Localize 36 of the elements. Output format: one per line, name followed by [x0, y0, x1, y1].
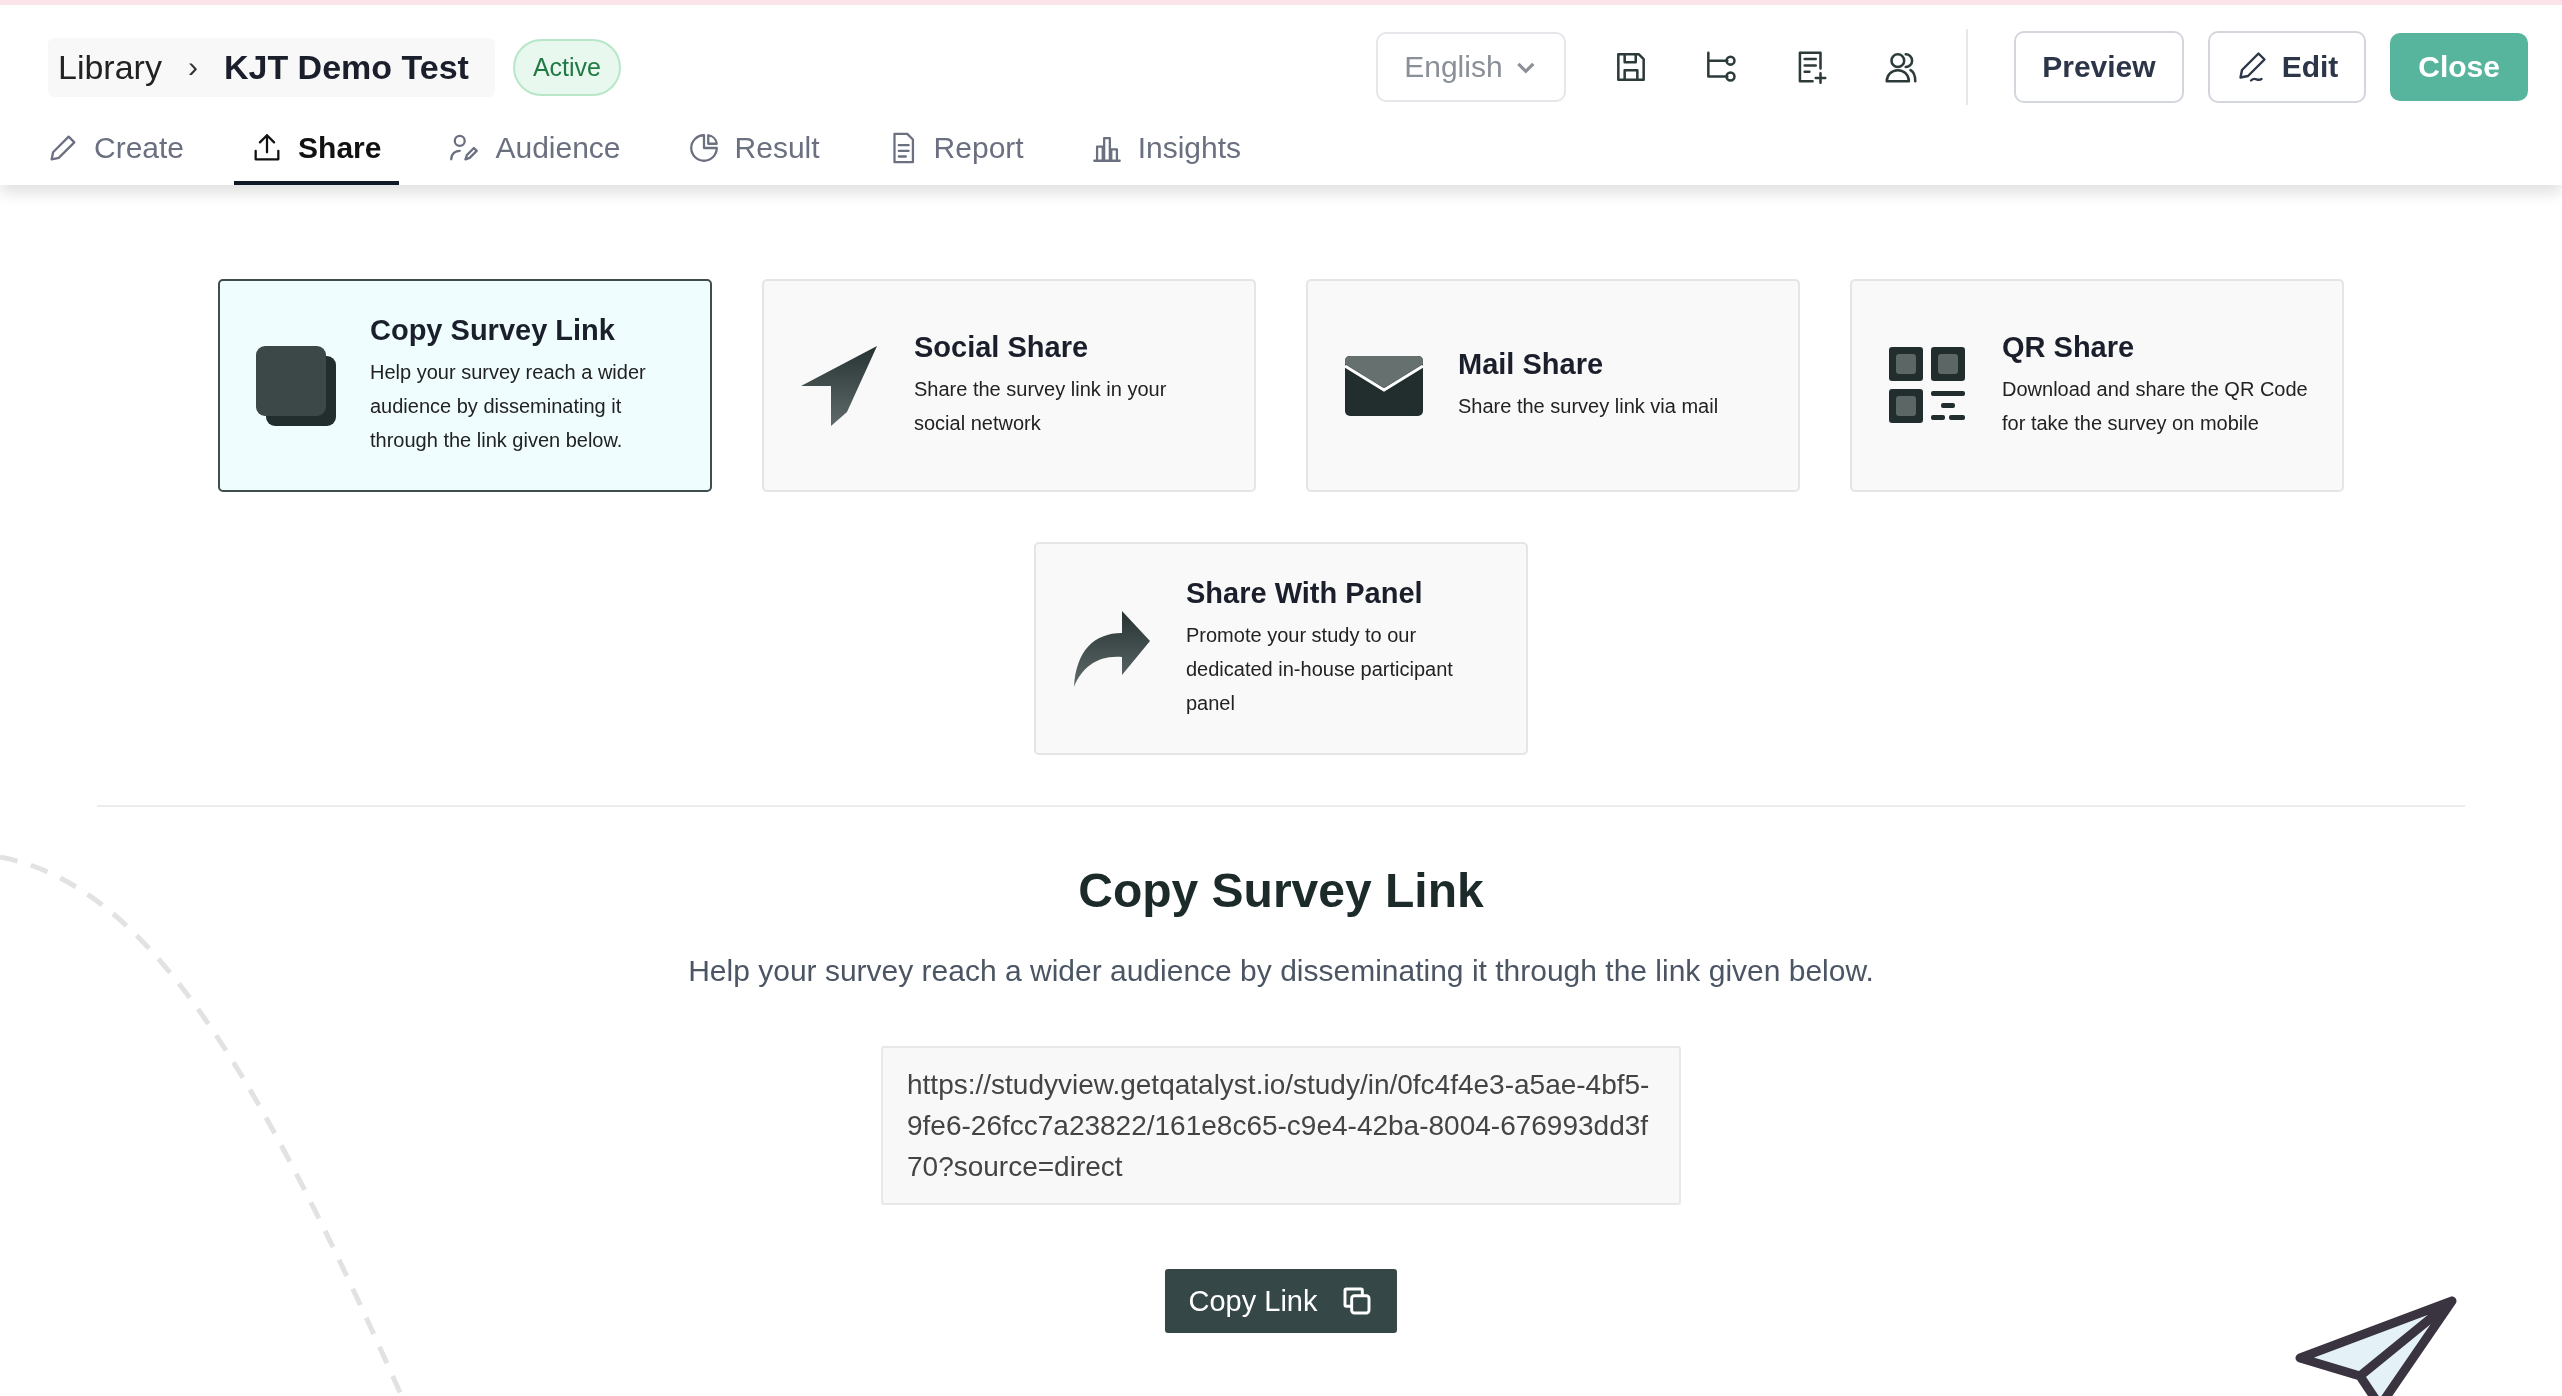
- card-description: Share the survey link in your social network: [914, 377, 1168, 436]
- card-description: Promote your study to our dedicated in-house participant panel: [1186, 623, 1454, 716]
- share-arrow-icon: [1074, 610, 1150, 687]
- tab[interactable]: Audience: [447, 117, 639, 185]
- edit-button[interactable]: Edit: [2207, 31, 2367, 103]
- tab[interactable]: Create: [46, 117, 203, 185]
- card-description: Download and share the QR Code for take the survey on mobile: [2002, 377, 2308, 436]
- breadcrumb-link[interactable]: Library: [58, 47, 162, 87]
- copy-link-button[interactable]: Copy Link: [1164, 1269, 1398, 1333]
- tab[interactable]: Report: [885, 117, 1042, 185]
- card-title: Social Share: [914, 331, 1090, 364]
- share-option-card[interactable]: Social Share Share the survey link in your social network: [762, 279, 1256, 492]
- card-title: Mail Share: [1458, 348, 1605, 381]
- share-option-card[interactable]: Copy Survey Link Help your survey reach a wider audience by disseminating it through the link given below.: [218, 279, 712, 492]
- paper-plane-icon: [801, 345, 879, 426]
- card-description: Help your survey reach a wider audience by disseminating it through the link given below.: [370, 360, 647, 453]
- preview-button[interactable]: Preview: [2014, 31, 2184, 103]
- qr-code-icon: [1889, 346, 1967, 425]
- survey-link-field[interactable]: https://studyview.getqatalyst.io/study/in/0fc4f4e3-a5ae-4bf5-9fe6-26fcc7a23822/161e8c65-c9e4-42ba-8004-676993dd3f70?source=direct: [881, 1046, 1681, 1205]
- status-badge: Active: [512, 38, 621, 96]
- card-description: Share the survey link via mail: [1458, 394, 1719, 419]
- section-title: Copy Survey Link: [1078, 863, 1484, 918]
- envelope-icon: [1345, 355, 1423, 416]
- survey-title: KJT Demo Test: [223, 47, 469, 87]
- tab[interactable]: Insights: [1089, 117, 1260, 185]
- copy-icon: [254, 343, 338, 428]
- breadcrumb-separator: ›: [187, 50, 198, 84]
- share-option-card[interactable]: Share With Panel Promote your study to our dedicated in-house participant panel: [1034, 542, 1528, 755]
- card-title: Share With Panel: [1186, 577, 1424, 610]
- tab[interactable]: Share: [234, 117, 400, 185]
- share-option-card[interactable]: Mail Share Share the survey link via mail: [1306, 279, 1800, 492]
- section-description: Help your survey reach a wider audience by disseminating it through the link given below.: [688, 954, 1874, 988]
- card-title: Copy Survey Link: [370, 314, 616, 347]
- tab[interactable]: Result: [686, 117, 838, 185]
- share-option-card[interactable]: QR Share Download and share the QR Code for take the survey on mobile: [1850, 279, 2344, 492]
- card-title: QR Share: [2002, 331, 2136, 364]
